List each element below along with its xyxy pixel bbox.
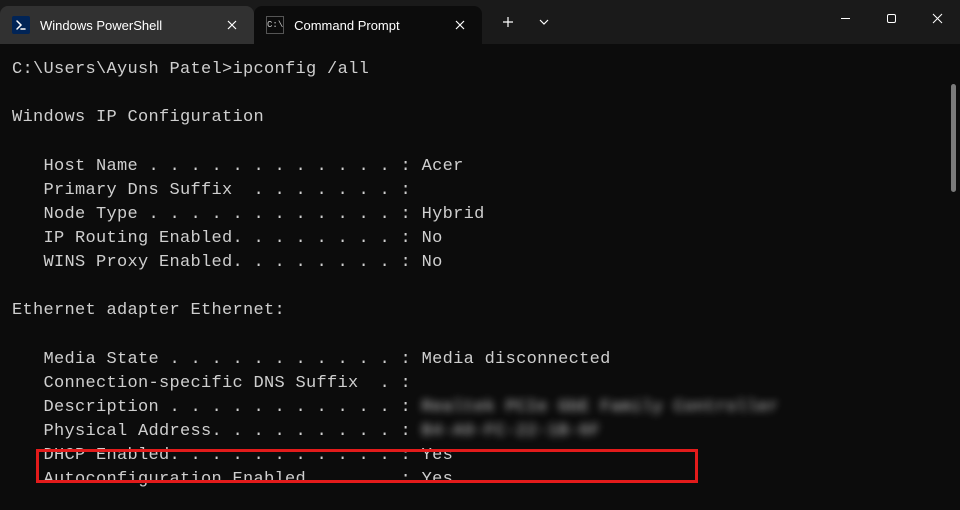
scrollbar-thumb[interactable] bbox=[951, 84, 956, 192]
config-label: DHCP Enabled. . . . . . . . . . . : bbox=[12, 446, 422, 465]
config-value: Media disconnected bbox=[422, 350, 611, 369]
config-label: Primary Dns Suffix . . . . . . . : bbox=[12, 181, 411, 200]
prompt-path: C:\Users\Ayush Patel> bbox=[12, 60, 233, 79]
config-label: Host Name . . . . . . . . . . . . : bbox=[12, 157, 422, 176]
config-label: Description . . . . . . . . . . . : bbox=[12, 398, 422, 417]
config-value-blurred: B4-A9-FC-22-1B-6F bbox=[422, 422, 601, 441]
minimize-button[interactable] bbox=[822, 0, 868, 36]
section-heading: Windows IP Configuration bbox=[12, 106, 948, 130]
window-controls bbox=[822, 0, 960, 36]
config-value: Acer bbox=[422, 157, 464, 176]
terminal-output[interactable]: C:\Users\Ayush Patel>ipconfig /all Windo… bbox=[0, 44, 960, 506]
tab-label: Windows PowerShell bbox=[40, 18, 162, 33]
section-heading: Ethernet adapter Ethernet: bbox=[12, 299, 948, 323]
config-label: WINS Proxy Enabled. . . . . . . . : bbox=[12, 253, 422, 272]
cmd-icon: C:\ bbox=[266, 16, 284, 34]
config-label: Media State . . . . . . . . . . . : bbox=[12, 350, 422, 369]
config-value: Yes bbox=[422, 446, 454, 465]
config-label: IP Routing Enabled. . . . . . . . : bbox=[12, 229, 422, 248]
tab-powershell[interactable]: Windows PowerShell bbox=[0, 6, 254, 44]
config-value: Hybrid bbox=[422, 205, 485, 224]
close-window-button[interactable] bbox=[914, 0, 960, 36]
maximize-button[interactable] bbox=[868, 0, 914, 36]
command-text: ipconfig /all bbox=[233, 60, 370, 79]
config-value-blurred: Realtek PCIe GbE Family Controller bbox=[422, 398, 779, 417]
new-tab-button[interactable] bbox=[490, 4, 526, 40]
config-label: Node Type . . . . . . . . . . . . : bbox=[12, 205, 422, 224]
config-label: Autoconfiguration Enabled . . . . : bbox=[12, 470, 422, 489]
config-value: No bbox=[422, 229, 443, 248]
close-icon[interactable] bbox=[222, 15, 242, 35]
titlebar: Windows PowerShell C:\ Command Prompt bbox=[0, 0, 960, 44]
tab-command-prompt[interactable]: C:\ Command Prompt bbox=[254, 6, 481, 44]
config-label: Connection-specific DNS Suffix . : bbox=[12, 374, 411, 393]
config-label: Physical Address. . . . . . . . . : bbox=[12, 422, 422, 441]
close-icon[interactable] bbox=[450, 15, 470, 35]
tabs-container: Windows PowerShell C:\ Command Prompt bbox=[0, 0, 562, 44]
tab-dropdown-button[interactable] bbox=[526, 4, 562, 40]
powershell-icon bbox=[12, 16, 30, 34]
config-value: No bbox=[422, 253, 443, 272]
tab-label: Command Prompt bbox=[294, 18, 399, 33]
config-value: Yes bbox=[422, 470, 454, 489]
